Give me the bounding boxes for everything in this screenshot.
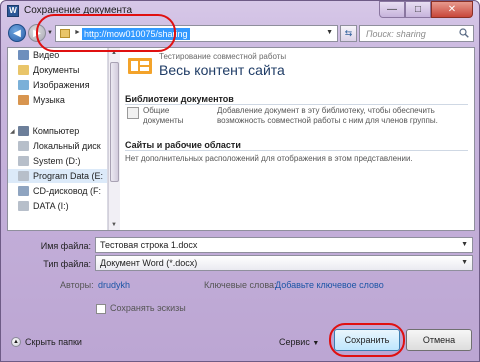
search-icon[interactable] [459, 28, 469, 38]
nav-item-data-i[interactable]: DATA (I:) [8, 199, 107, 213]
collapse-icon: ▲ [11, 337, 21, 347]
search-placeholder: Поиск: sharing [366, 29, 426, 39]
nav-item-label: Локальный диск [33, 141, 101, 151]
browser-area: Видео Документы Изображения Музыка ◢ Ком… [7, 47, 475, 231]
nav-scrollbar[interactable]: ▲ ▼ [108, 48, 120, 230]
recent-pages-dropdown[interactable]: ▼ [47, 30, 53, 36]
sharepoint-logo-icon [128, 58, 152, 74]
nav-item-documents[interactable]: Документы [8, 63, 107, 77]
filename-label: Имя файла: [40, 241, 91, 251]
site-subtitle: Тестирование совместной работы [159, 52, 287, 61]
nav-item-label: CD-дисковод (F: [33, 186, 102, 196]
save-thumbnails-label[interactable]: Сохранять эскизы [110, 303, 186, 313]
music-library-icon [18, 95, 29, 105]
nav-item-label: Компьютер [32, 126, 80, 136]
address-bar[interactable]: ► http://mow010075/sharing ▼ [55, 25, 338, 42]
filename-dropdown-icon[interactable]: ▼ [461, 241, 468, 248]
cd-drive-icon [18, 186, 29, 196]
navigation-pane[interactable]: Видео Документы Изображения Музыка ◢ Ком… [8, 48, 108, 230]
nav-item-label: Документы [33, 65, 80, 75]
back-button[interactable]: ◀ [8, 24, 26, 42]
save-dialog: W Сохранение документа — □ ✕ ◀ ▶ ▼ ► htt… [0, 0, 480, 362]
maximize-icon: □ [414, 4, 422, 15]
forward-button[interactable]: ▶ [28, 24, 46, 42]
minimize-button[interactable]: — [379, 1, 405, 18]
cancel-button[interactable]: Отмена [406, 329, 472, 351]
nav-item-label: Видео [33, 50, 60, 60]
drive-icon [18, 171, 29, 181]
nav-item-program-data[interactable]: Program Data (E: [8, 169, 107, 183]
tools-menu[interactable]: Сервис ▼ [279, 337, 319, 347]
window-controls: — □ ✕ [379, 1, 473, 18]
expand-arrow-icon[interactable]: ◢ [10, 128, 15, 135]
search-box[interactable]: Поиск: sharing [359, 25, 474, 42]
filetype-dropdown-icon[interactable]: ▼ [461, 259, 468, 266]
scroll-down-icon[interactable]: ▼ [111, 222, 117, 228]
close-button[interactable]: ✕ [431, 1, 473, 18]
nav-item-cd-drive[interactable]: CD-дисковод (F: [8, 184, 107, 198]
nav-item-label: System (D:) [33, 156, 81, 166]
filetype-label: Тип файла: [43, 259, 91, 269]
computer-icon [17, 126, 29, 136]
refresh-icon: ⇆ [344, 28, 353, 38]
sharepoint-content: Тестирование совместной работы Весь конт… [121, 48, 474, 230]
breadcrumb-separator-icon: ► [74, 29, 81, 36]
hide-folders-button[interactable]: ▲ Скрыть папки [11, 337, 82, 347]
word-app-icon: W [7, 5, 19, 17]
nav-item-label: Изображения [33, 80, 90, 90]
documents-library-icon [18, 65, 29, 75]
maximize-button[interactable]: □ [405, 1, 431, 18]
tools-label: Сервис [279, 337, 310, 347]
video-library-icon [18, 50, 29, 60]
authors-value[interactable]: drudykh [98, 280, 130, 290]
site-header: Тестирование совместной работы Весь конт… [121, 48, 474, 84]
tools-dropdown-icon: ▼ [312, 340, 320, 347]
window-title: Сохранение документа [24, 5, 133, 16]
library-item-description: Добавление документ в эту библиотеку, чт… [217, 106, 438, 125]
back-arrow-icon: ◀ [13, 27, 21, 39]
nav-item-pictures[interactable]: Изображения [8, 78, 107, 92]
library-item-name[interactable]: Общие документы [143, 106, 193, 126]
libraries-heading: Библиотеки документов [125, 94, 234, 104]
drive-icon [18, 156, 29, 166]
sites-heading: Сайты и рабочие области [125, 140, 241, 150]
nav-item-music[interactable]: Музыка [8, 93, 107, 107]
keywords-value[interactable]: Добавьте ключевое слово [275, 280, 384, 290]
nav-item-label: Program Data (E: [33, 171, 104, 181]
folder-icon [60, 29, 70, 38]
scroll-thumb[interactable] [110, 62, 119, 182]
authors-label: Авторы: [60, 280, 94, 290]
nav-item-computer[interactable]: ◢ Компьютер [8, 124, 107, 138]
section-divider [125, 150, 468, 151]
hide-folders-label: Скрыть папки [25, 337, 82, 347]
nav-item-label: DATA (I:) [33, 201, 69, 211]
filename-input[interactable]: Тестовая строка 1.docx ▼ [95, 237, 473, 253]
drive-icon [18, 201, 29, 211]
page-title: Весь контент сайта [159, 62, 285, 78]
keywords-label: Ключевые слова: [204, 280, 277, 290]
drive-icon [18, 141, 29, 151]
filename-value: Тестовая строка 1.docx [100, 240, 198, 250]
save-button[interactable]: Сохранить [334, 329, 400, 351]
nav-item-local-disk[interactable]: Локальный диск [8, 139, 107, 153]
close-icon: ✕ [447, 4, 457, 15]
forward-arrow-icon: ▶ [33, 27, 41, 39]
filetype-value: Документ Word (*.docx) [100, 258, 198, 268]
address-url[interactable]: http://mow010075/sharing [82, 28, 190, 40]
save-thumbnails-checkbox[interactable] [96, 304, 106, 314]
nav-item-video[interactable]: Видео [8, 48, 107, 62]
title-bar: W Сохранение документа — □ ✕ [1, 1, 479, 21]
document-library-icon [127, 107, 139, 119]
minimize-icon: — [387, 4, 397, 15]
sites-empty-message: Нет дополнительных расположений для отоб… [125, 154, 413, 163]
nav-item-system-d[interactable]: System (D:) [8, 154, 107, 168]
pictures-library-icon [18, 80, 29, 90]
nav-item-label: Музыка [33, 95, 65, 105]
section-divider [125, 104, 468, 105]
scroll-up-icon[interactable]: ▲ [111, 50, 117, 56]
filetype-select[interactable]: Документ Word (*.docx) ▼ [95, 255, 473, 271]
address-dropdown-icon[interactable]: ▼ [326, 29, 333, 36]
refresh-button[interactable]: ⇆ [340, 25, 357, 42]
